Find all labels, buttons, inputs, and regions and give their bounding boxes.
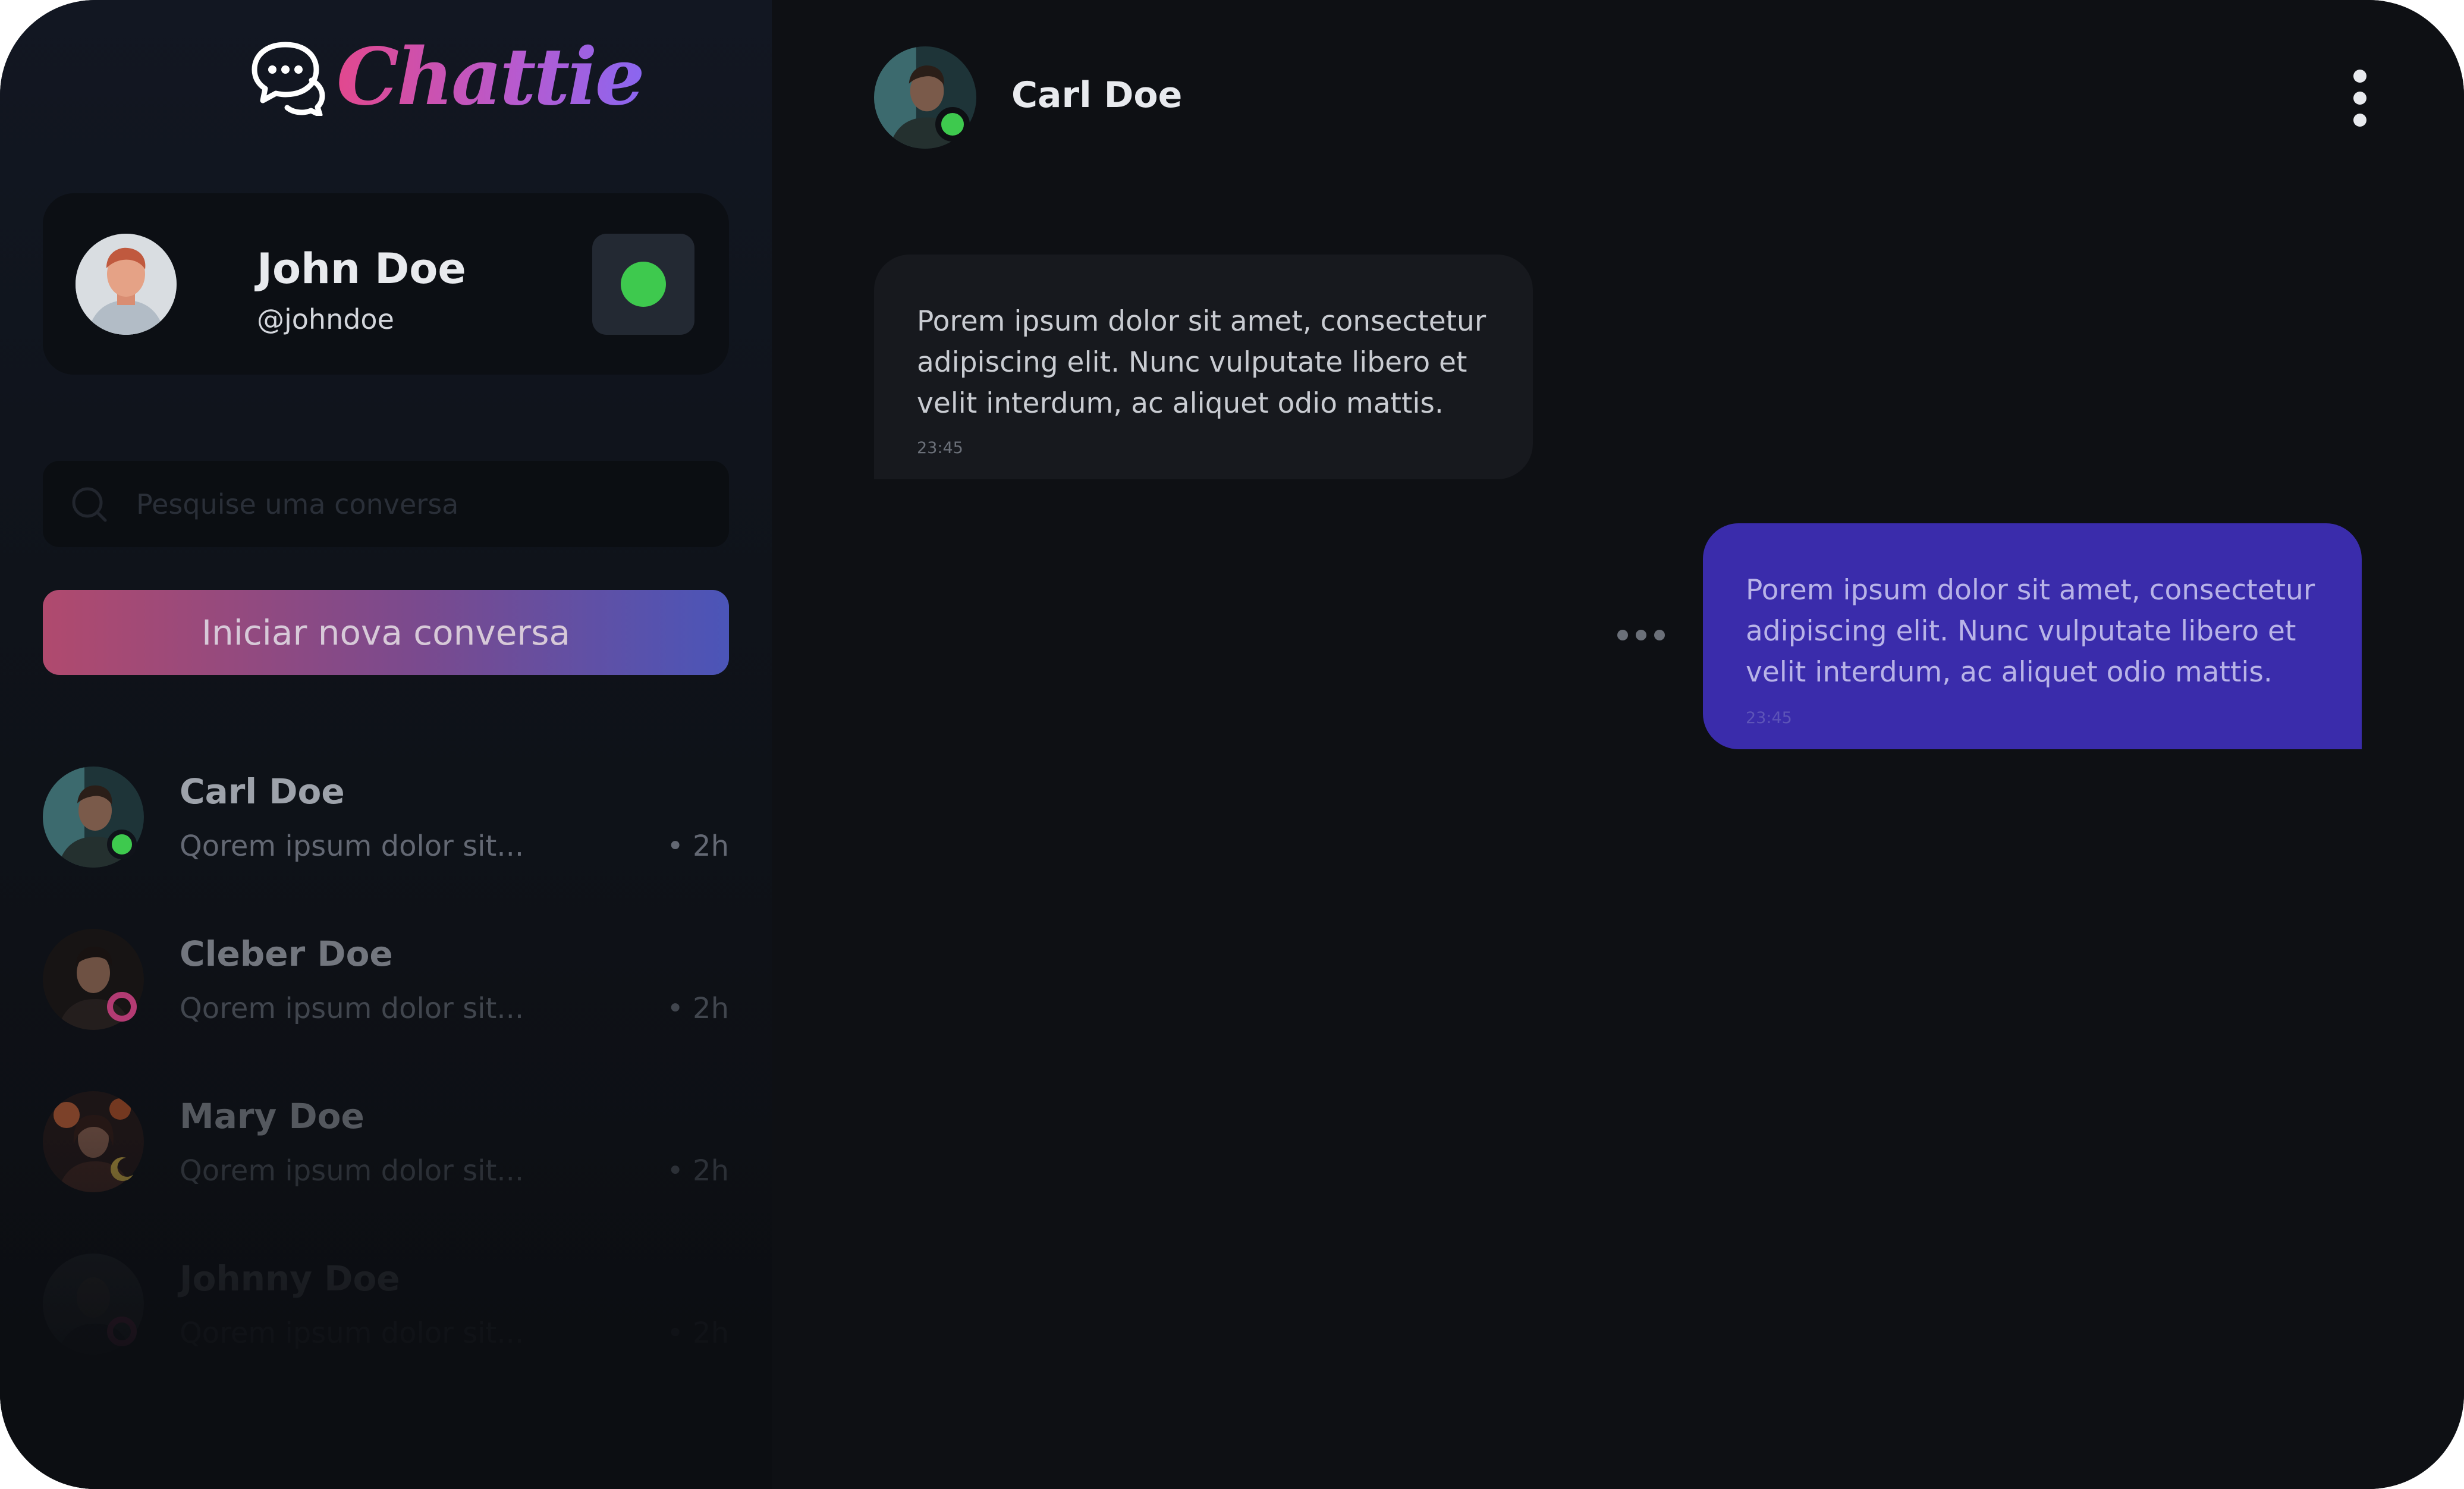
chat-panel: Carl Doe Porem ipsum dolor sit amet, con… — [772, 0, 2464, 1489]
online-status-indicator — [621, 262, 666, 307]
user-avatar[interactable] — [76, 234, 177, 335]
conversation-time: • 2h — [667, 830, 729, 863]
menu-dot — [2353, 114, 2366, 127]
conversation-time: • 2h — [667, 1317, 729, 1350]
menu-dot — [1654, 630, 1665, 640]
search-input[interactable] — [135, 461, 706, 547]
search-box — [43, 461, 729, 547]
conversation-preview: Qorem ipsum dolor sit... — [180, 830, 524, 863]
away-status-indicator — [107, 1154, 137, 1184]
profile-name: John Doe — [257, 244, 466, 293]
busy-status-indicator — [107, 992, 137, 1022]
message-bubble-incoming[interactable]: Porem ipsum dolor sit amet, consectetur … — [874, 255, 1533, 479]
conversation-name: Cleber Doe — [180, 934, 393, 974]
menu-dot — [1636, 630, 1646, 640]
chat-bubbles-icon — [250, 39, 327, 118]
conversation-name: Johnny Doe — [180, 1258, 400, 1299]
message-text: Porem ipsum dolor sit amet, consectetur … — [1746, 574, 2315, 689]
conversation-name: Mary Doe — [180, 1096, 364, 1136]
conversation-time: • 2h — [667, 992, 729, 1025]
message-time: 23:45 — [917, 439, 963, 457]
app-logo: Chattie — [250, 30, 645, 125]
profile-handle: @johndoe — [257, 303, 394, 335]
conversation-item-cleber-doe[interactable]: Cleber Doe Qorem ipsum dolor sit... • 2h — [43, 928, 729, 1032]
busy-status-indicator — [107, 1317, 137, 1346]
message-time: 23:45 — [1746, 709, 1792, 727]
status-toggle-button[interactable] — [592, 234, 694, 335]
message-bubble-outgoing[interactable]: Porem ipsum dolor sit amet, consectetur … — [1703, 523, 2362, 749]
contact-name: Carl Doe — [1011, 74, 1183, 116]
conversation-item-mary-doe[interactable]: Mary Doe Qorem ipsum dolor sit... • 2h — [43, 1090, 729, 1194]
profile-card: John Doe @johndoe — [43, 193, 729, 375]
app-window: Chattie John Doe @johndoe Pesquise uma c… — [0, 0, 2464, 1489]
message-options-icon[interactable] — [1611, 627, 1671, 645]
menu-dot — [2353, 70, 2366, 83]
conversation-time: • 2h — [667, 1154, 729, 1188]
conversation-preview: Qorem ipsum dolor sit... — [180, 992, 524, 1025]
sidebar: Chattie John Doe @johndoe Pesquise uma c… — [0, 0, 772, 1489]
online-status-indicator — [107, 830, 137, 859]
new-conversation-button[interactable]: Iniciar nova conversa — [43, 590, 729, 675]
conversation-preview: Qorem ipsum dolor sit... — [180, 1317, 524, 1350]
conversation-item-carl-doe[interactable]: Carl Doe Qorem ipsum dolor sit... • 2h — [43, 765, 729, 869]
online-status-indicator — [935, 107, 970, 142]
conversation-preview: Qorem ipsum dolor sit... — [180, 1154, 524, 1188]
app-logo-text: Chattie — [337, 31, 645, 123]
search-icon — [70, 485, 109, 524]
conversation-item-johnny-doe[interactable]: Johnny Doe Qorem ipsum dolor sit... • 2h — [43, 1252, 729, 1356]
conversation-name: Carl Doe — [180, 771, 345, 812]
more-vertical-icon[interactable] — [2337, 62, 2384, 134]
message-text: Porem ipsum dolor sit amet, consectetur … — [917, 305, 1486, 420]
menu-dot — [1617, 630, 1628, 640]
menu-dot — [2353, 92, 2366, 105]
